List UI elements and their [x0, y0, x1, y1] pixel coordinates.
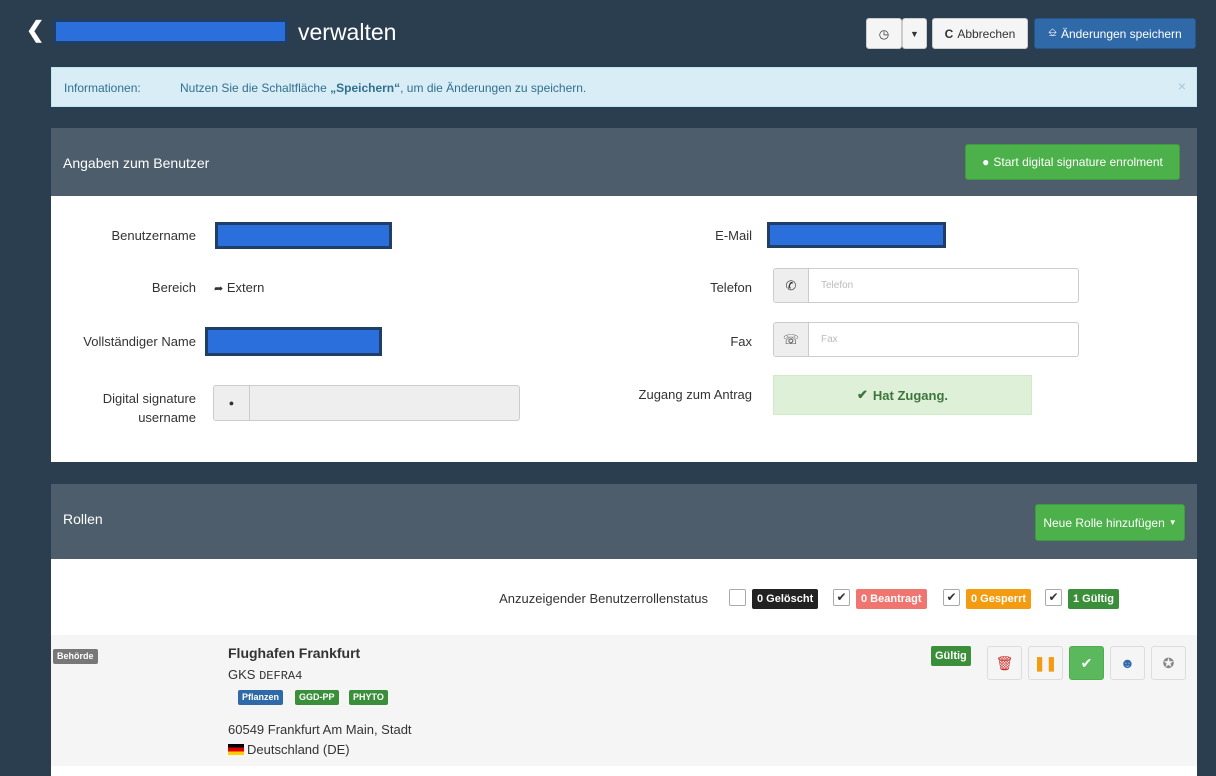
sig-addon: ●: [213, 385, 250, 421]
sig-label-line-1: Digital signature: [102, 391, 196, 406]
info-label: Informationen:: [64, 81, 141, 95]
save-icon: ⎒: [1048, 27, 1057, 39]
phone-label: Telefon: [710, 280, 752, 295]
phone-placeholder: Telefon: [821, 280, 854, 291]
refresh-icon: C: [944, 26, 954, 41]
role-type-badge: Behörde: [53, 649, 98, 664]
sig-username-input[interactable]: [249, 385, 520, 421]
requested-filter-checkbox[interactable]: ✔: [833, 589, 850, 606]
certificate-icon: ✪: [1162, 654, 1175, 671]
fax-placeholder: Fax: [821, 334, 838, 345]
circle-icon: ●: [228, 398, 235, 408]
check-icon: ✔: [856, 387, 868, 402]
sig-username-label: Digital signature username: [60, 389, 196, 427]
delete-role-button[interactable]: 🗑: [987, 646, 1022, 680]
pause-icon: ❚❚: [1033, 654, 1058, 671]
fax-addon: ☏: [773, 322, 809, 357]
screen: ❮ verwalten ◷ ▼ C Abbrechen ⎒ Änderungen…: [0, 0, 1216, 776]
back-arrow-icon[interactable]: ❮: [26, 18, 44, 42]
save-label: Änderungen speichern: [1060, 26, 1182, 41]
valid-filter-badge: 1 Gültig: [1068, 589, 1119, 609]
deleted-filter-badge: 0 Gelöscht: [752, 589, 819, 609]
area-label: Bereich: [151, 280, 196, 295]
pause-role-button[interactable]: ❚❚: [1028, 646, 1063, 680]
save-changes-button[interactable]: ⎒ Änderungen speichern: [1034, 18, 1196, 49]
fax-icon: ☏: [782, 331, 800, 347]
close-icon[interactable]: ×: [1178, 78, 1186, 94]
area-value: ➦ Extern: [214, 280, 264, 295]
roles-panel-header: Rollen Neue Rolle hinzufügen ▼: [51, 484, 1197, 559]
caret-down-icon: ▼: [1168, 518, 1177, 527]
roles-panel-title: Rollen: [63, 511, 103, 527]
info-message-prefix: Nutzen Sie die Schaltfläche: [180, 81, 327, 95]
caret-down-icon: ▼: [910, 28, 919, 39]
role-status-filter-label: Anzuzeigender Benutzerrollenstatus: [499, 591, 708, 606]
access-status-text: Hat Zugang.: [872, 387, 948, 403]
phone-icon: ✆: [785, 277, 797, 293]
role-name: Flughafen Frankfurt: [228, 645, 361, 661]
valid-filter-checkbox[interactable]: ✔: [1045, 589, 1062, 606]
certificate-role-button[interactable]: ✪: [1151, 646, 1186, 680]
info-message: Nutzen Sie die Schaltfläche „Speichern“,…: [180, 81, 586, 95]
deleted-filter-checkbox[interactable]: [729, 589, 746, 606]
cancel-label: Abbrechen: [957, 26, 1016, 41]
redacted-title: [53, 19, 288, 44]
fullname-label: Vollständiger Name: [83, 334, 196, 349]
page-title: verwalten: [298, 19, 397, 45]
info-message-keyword: „Speichern“: [330, 81, 401, 95]
username-value-redacted: [215, 222, 392, 249]
area-value-text: Extern: [226, 280, 265, 295]
sign-out-icon: ➦: [214, 283, 224, 295]
role-country: Deutschland (DE): [228, 742, 350, 757]
app-window: ❮ verwalten ◷ ▼ C Abbrechen ⎒ Änderungen…: [0, 0, 1216, 776]
user-panel-header: Angaben zum Benutzer ● Start digital sig…: [51, 128, 1197, 196]
users-icon: ☻: [1120, 655, 1135, 671]
fax-input[interactable]: Fax: [808, 322, 1079, 357]
check-icon: ✔: [1080, 654, 1093, 671]
locked-filter-badge: 0 Gesperrt: [966, 589, 1032, 609]
access-status: ✔ Hat Zugang.: [773, 375, 1032, 415]
user-panel-title: Angaben zum Benutzer: [63, 155, 210, 171]
add-role-button[interactable]: Neue Rolle hinzufügen ▼: [1035, 504, 1185, 541]
email-label: E-Mail: [715, 228, 752, 243]
history-dropdown-toggle[interactable]: ▼: [902, 18, 927, 49]
locked-filter-checkbox[interactable]: ✔: [943, 589, 960, 606]
add-role-label: Neue Rolle hinzufügen: [1043, 515, 1165, 530]
validate-role-button[interactable]: ✔: [1069, 646, 1104, 680]
access-label: Zugang zum Antrag: [638, 387, 752, 402]
tag-phyto: PHYTO: [349, 690, 388, 705]
gks-code: DEFRA4: [259, 669, 303, 683]
requested-filter-badge: 0 Beantragt: [856, 589, 927, 609]
start-enrolment-button[interactable]: ● Start digital signature enrolment: [965, 144, 1180, 180]
fax-label: Fax: [730, 334, 752, 349]
gks-prefix: GKS: [228, 667, 256, 682]
sig-label-line-2: username: [138, 410, 196, 425]
username-label: Benutzername: [111, 228, 196, 243]
phone-input[interactable]: Telefon: [808, 268, 1079, 303]
trash-icon: 🗑: [995, 654, 1014, 671]
users-role-button[interactable]: ☻: [1110, 646, 1145, 680]
clock-icon: ◷: [878, 26, 890, 41]
email-value-redacted: [767, 222, 946, 248]
tag-pflanzen: Pflanzen: [238, 690, 284, 705]
role-row: [51, 635, 1197, 766]
cancel-button[interactable]: C Abbrechen: [932, 18, 1028, 49]
role-country-text: Deutschland (DE): [247, 742, 350, 757]
role-address: 60549 Frankfurt Am Main, Stadt: [228, 722, 412, 737]
start-enrolment-label: Start digital signature enrolment: [993, 155, 1163, 169]
info-message-suffix: , um die Änderungen zu speichern.: [400, 81, 587, 95]
tag-ggd-pp: GGD-PP: [295, 690, 339, 705]
circle-icon: ●: [982, 155, 990, 169]
history-button[interactable]: ◷: [866, 18, 902, 49]
fullname-value-redacted: [205, 327, 382, 356]
info-alert: Informationen: Nutzen Sie die Schaltfläc…: [51, 67, 1197, 107]
role-status-badge: Gültig: [931, 646, 971, 666]
flag-de-icon: [228, 744, 244, 755]
role-gks: GKS DEFRA4: [228, 667, 302, 683]
phone-addon: ✆: [773, 268, 809, 303]
